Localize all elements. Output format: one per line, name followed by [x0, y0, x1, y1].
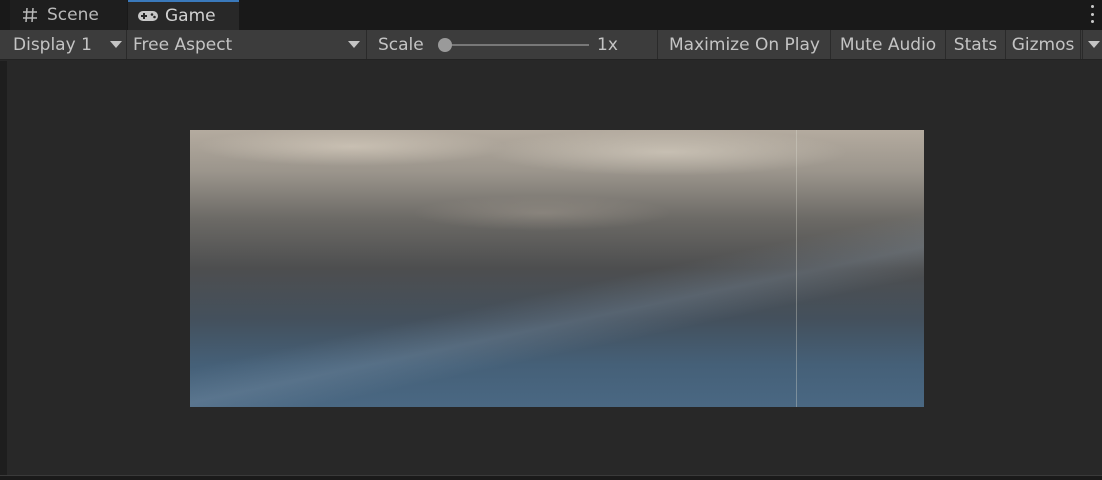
stats-toggle[interactable]: Stats [946, 30, 1006, 59]
game-render-sky [190, 130, 924, 407]
display-dropdown[interactable]: Display 1 [8, 30, 127, 59]
render-artifact-line [796, 130, 797, 407]
chevron-down-icon [110, 41, 122, 48]
scale-value: 1x [597, 34, 618, 55]
scale-slider-handle[interactable] [438, 38, 452, 52]
grid-hash-icon [19, 6, 41, 24]
mute-audio-label: Mute Audio [839, 34, 937, 55]
maximize-on-play-label: Maximize On Play [669, 34, 820, 55]
game-view-window: Scene Game Display 1 Free Aspect Scale M… [0, 0, 1102, 480]
more-options-icon[interactable] [1088, 5, 1096, 23]
scale-slider-track[interactable] [446, 44, 589, 46]
mute-audio-toggle[interactable]: Mute Audio [831, 30, 946, 59]
tab-scene-label: Scene [47, 5, 99, 25]
tab-bar: Scene Game [0, 0, 1102, 30]
chevron-down-icon [348, 41, 360, 48]
maximize-on-play-toggle[interactable]: Maximize On Play [659, 30, 831, 59]
tab-game[interactable]: Game [128, 0, 239, 30]
display-dropdown-label: Display 1 [13, 34, 92, 55]
stats-label: Stats [953, 34, 998, 55]
tab-scene[interactable]: Scene [10, 0, 127, 30]
tab-game-label: Game [165, 6, 216, 26]
aspect-dropdown[interactable]: Free Aspect [128, 30, 367, 59]
gizmos-dropdown[interactable] [1082, 30, 1102, 59]
gizmos-label: Gizmos [1011, 34, 1075, 55]
chevron-down-icon [1088, 41, 1100, 48]
aspect-dropdown-label: Free Aspect [133, 34, 233, 55]
scale-label: Scale [378, 34, 424, 55]
gizmos-toggle[interactable]: Gizmos [1006, 30, 1081, 59]
bottom-border [0, 475, 1102, 480]
gamepad-icon [137, 7, 159, 25]
